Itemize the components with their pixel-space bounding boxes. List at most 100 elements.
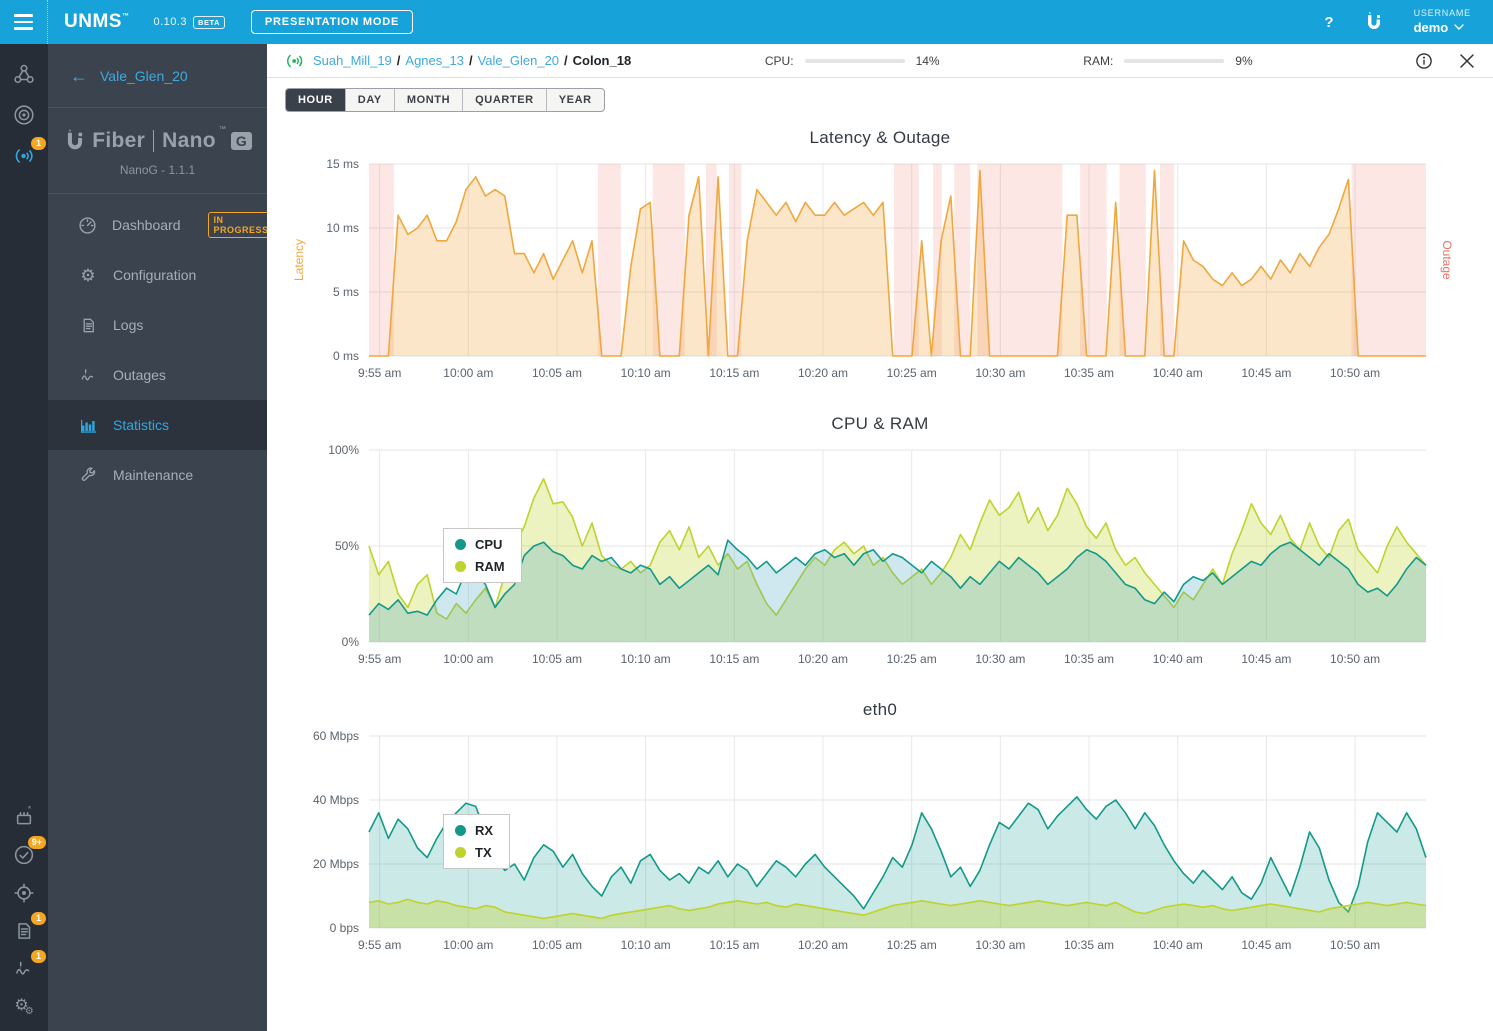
cpu-ram-chart: CPU & RAM 0% 50% 100% 9:55 am 10:00 am 10:05 …: [277, 414, 1483, 676]
app-logo: UNMS ™: [64, 11, 130, 32]
signal-icon: [287, 54, 303, 67]
firmware-icon[interactable]: *: [12, 805, 36, 829]
back-to-site-link[interactable]: ← Vale_Glen_20: [48, 44, 267, 108]
presentation-mode-button[interactable]: PRESENTATION MODE: [250, 10, 414, 34]
cpu-legend-label: CPU: [475, 537, 503, 552]
cpu-ram-legend: CPU RAM: [443, 528, 522, 583]
nav-item-logs[interactable]: Logs: [48, 300, 267, 350]
svg-text:10:35 am: 10:35 am: [1064, 938, 1114, 952]
statistics-panel: Suah_Mill_19 / Agnes_13 / Vale_Glen_20 /…: [267, 44, 1493, 1031]
svg-text:10:25 am: 10:25 am: [887, 652, 937, 666]
ram-legend-dot: [455, 561, 466, 572]
svg-text:10:45 am: 10:45 am: [1241, 366, 1291, 380]
svg-text:10:40 am: 10:40 am: [1153, 652, 1203, 666]
svg-text:Outage: Outage: [1440, 240, 1454, 280]
devices-icon[interactable]: 1: [12, 137, 46, 168]
hamburger-menu-icon[interactable]: [0, 0, 48, 44]
svg-text:10:10 am: 10:10 am: [621, 652, 671, 666]
svg-text:10:00 am: 10:00 am: [443, 652, 493, 666]
svg-text:9:55 am: 9:55 am: [358, 652, 401, 666]
svg-text:10 ms: 10 ms: [326, 221, 359, 235]
svg-text:0 bps: 0 bps: [330, 921, 359, 935]
devices-badge: 1: [31, 137, 46, 150]
cpu-legend-dot: [455, 539, 466, 550]
nav-label: Statistics: [113, 417, 170, 433]
device-nav: Dashboard IN PROGRESS ⚙ Configuration Lo…: [48, 194, 275, 500]
tab-year[interactable]: YEAR: [547, 89, 604, 111]
nav-item-dashboard[interactable]: Dashboard IN PROGRESS: [48, 200, 275, 250]
sites-icon[interactable]: [12, 62, 36, 86]
topbar: UNMS ™ 0.10.3 BETA PRESENTATION MODE ? US…: [0, 0, 1493, 44]
svg-text:*: *: [28, 806, 32, 814]
cpu-label: CPU:: [764, 53, 794, 68]
controllers-icon[interactable]: [12, 103, 36, 127]
tab-day[interactable]: DAY: [346, 89, 395, 111]
svg-text:10:45 am: 10:45 am: [1241, 938, 1291, 952]
device-identity: Fiber Nano ™ G NanoG - 1.1.1: [48, 108, 267, 194]
outages-rail-icon[interactable]: 1: [12, 950, 46, 981]
svg-text:10:40 am: 10:40 am: [1153, 938, 1203, 952]
svg-text:10:20 am: 10:20 am: [798, 366, 848, 380]
chevron-down-icon: [1454, 24, 1464, 31]
breadcrumb-link[interactable]: Agnes_13: [405, 53, 464, 68]
close-icon[interactable]: [1459, 53, 1475, 69]
chart-title-cpu-ram: CPU & RAM: [831, 414, 929, 433]
svg-text:10:15 am: 10:15 am: [709, 938, 759, 952]
help-icon[interactable]: ?: [1324, 14, 1333, 31]
svg-text:10:35 am: 10:35 am: [1064, 652, 1114, 666]
outages-rail-badge: 1: [31, 950, 46, 963]
svg-text:10:05 am: 10:05 am: [532, 938, 582, 952]
svg-text:15 ms: 15 ms: [326, 157, 359, 171]
tab-quarter[interactable]: QUARTER: [463, 89, 547, 111]
svg-text:10:20 am: 10:20 am: [798, 938, 848, 952]
ufiber-logo-icon: [68, 129, 83, 150]
svg-text:9:55 am: 9:55 am: [358, 938, 401, 952]
latency-outage-chart: Latency & Outage 0 ms 5 ms 10 ms 15 ms 9:55 …: [277, 128, 1483, 390]
ram-label: RAM:: [1083, 53, 1114, 68]
svg-text:10:00 am: 10:00 am: [443, 938, 493, 952]
nav-item-maintenance[interactable]: Maintenance: [48, 450, 267, 500]
configuration-icon: ⚙: [80, 265, 96, 285]
tab-hour[interactable]: HOUR: [286, 89, 346, 111]
svg-text:10:05 am: 10:05 am: [532, 366, 582, 380]
tx-legend-dot: [455, 847, 466, 858]
breadcrumb-link[interactable]: Suah_Mill_19: [313, 53, 392, 68]
svg-text:10:15 am: 10:15 am: [709, 366, 759, 380]
eth0-chart: eth0 0 bps 20 Mbps 40 Mbps 60 Mbps 9:55 am 10…: [277, 700, 1483, 962]
username-label: USERNAME: [1413, 8, 1471, 19]
svg-text:50%: 50%: [335, 539, 359, 553]
svg-text:10:45 am: 10:45 am: [1241, 652, 1291, 666]
firmware-check-badge: 9+: [27, 836, 46, 849]
nav-item-statistics[interactable]: Statistics: [48, 400, 267, 450]
device-log-icon[interactable]: 1: [12, 912, 46, 943]
svg-text:10:30 am: 10:30 am: [975, 366, 1025, 380]
svg-text:Latency: Latency: [292, 239, 306, 281]
nav-item-outages[interactable]: Outages: [48, 350, 267, 400]
firmware-check-icon[interactable]: 9+: [12, 836, 46, 867]
svg-text:20 Mbps: 20 Mbps: [313, 857, 359, 871]
logo-separator: [153, 130, 155, 152]
cpu-meter-track: [804, 58, 905, 63]
svg-text:100%: 100%: [328, 443, 359, 457]
svg-text:10:25 am: 10:25 am: [887, 366, 937, 380]
user-menu[interactable]: USERNAME demo: [1414, 8, 1471, 36]
info-icon[interactable]: [1415, 52, 1433, 70]
time-range-tabs: HOUR DAY MONTH QUARTER YEAR: [285, 88, 605, 112]
tab-month[interactable]: MONTH: [395, 89, 464, 111]
settings-icon[interactable]: ⚙⚙: [12, 995, 36, 1019]
rx-legend-dot: [455, 825, 466, 836]
discovery-icon[interactable]: [12, 881, 36, 905]
app-version: 0.10.3: [153, 16, 188, 28]
svg-text:10:00 am: 10:00 am: [443, 366, 493, 380]
ubiquiti-logo-icon[interactable]: [1364, 11, 1384, 33]
ram-value: 9%: [1235, 53, 1253, 68]
in-progress-badge: IN PROGRESS: [207, 212, 275, 238]
chart-title-latency-outage: Latency & Outage: [809, 128, 951, 147]
breadcrumb-link[interactable]: Vale_Glen_20: [478, 53, 559, 68]
ram-meter-track: [1124, 58, 1225, 63]
svg-text:10:10 am: 10:10 am: [621, 366, 671, 380]
nav-item-configuration[interactable]: ⚙ Configuration: [48, 250, 267, 300]
beta-badge: BETA: [193, 15, 225, 29]
statistics-icon: [78, 416, 98, 435]
svg-text:10:20 am: 10:20 am: [798, 652, 848, 666]
